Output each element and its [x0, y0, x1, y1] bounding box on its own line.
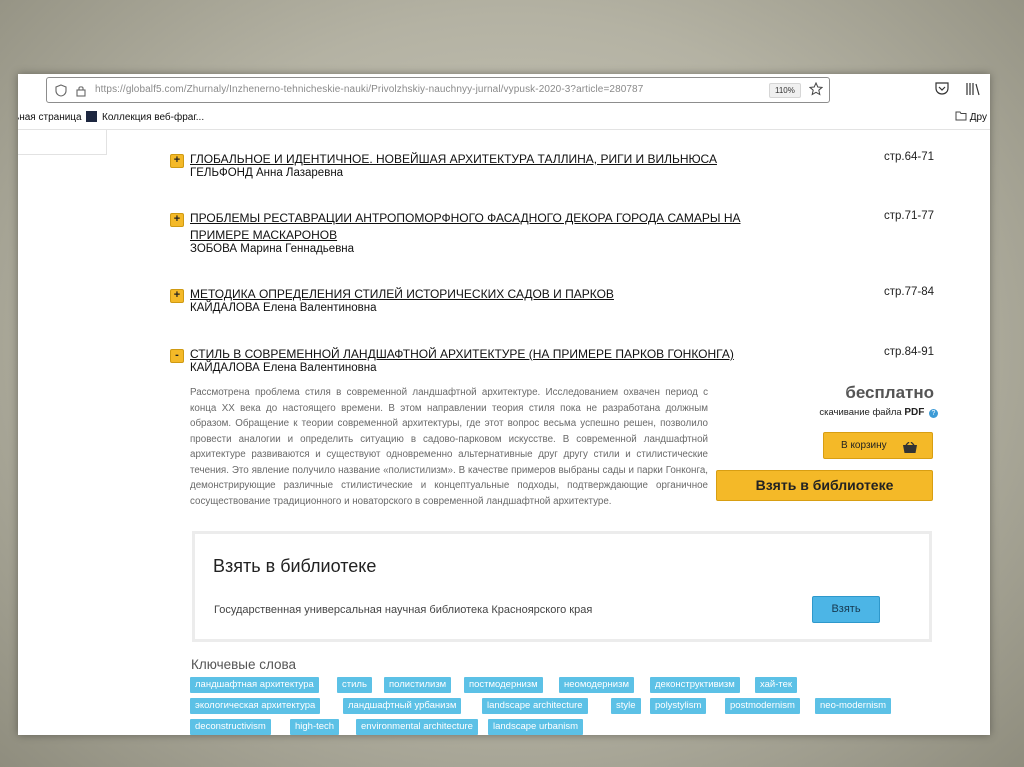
keyword-tag[interactable]: стиль	[337, 677, 372, 693]
collapse-toggle-button[interactable]: -	[170, 349, 184, 363]
article-title-link[interactable]: ПРОБЛЕМЫ РЕСТАВРАЦИИ АНТРОПОМОРФНОГО ФАС…	[190, 210, 760, 244]
basket-icon	[903, 439, 917, 464]
slide-frame: https://globalf5.com/Zhurnaly/Inzhenerno…	[18, 74, 990, 735]
library-name: Государственная универсальная научная би…	[214, 604, 593, 616]
url-text[interactable]: https://globalf5.com/Zhurnaly/Inzhenerno…	[95, 78, 643, 102]
download-note: скачивание файла PDF ?	[778, 407, 938, 418]
keyword-tag[interactable]: экологическая архитектура	[190, 698, 321, 714]
keywords-title: Ключевые слова	[191, 657, 297, 672]
add-to-cart-button[interactable]: В корзину	[823, 432, 933, 459]
bookmark-other-folder[interactable]: Дру	[955, 106, 987, 129]
article-title-link[interactable]: СТИЛЬ В СОВРЕМЕННОЙ ЛАНДШАФТНОЙ АРХИТЕКТ…	[190, 346, 770, 363]
article-pages: стр.77-84	[883, 286, 934, 298]
expand-toggle-button[interactable]: +	[170, 289, 184, 303]
bookmark-star-icon[interactable]	[808, 81, 824, 106]
library-panel: Взять в библиотеке Государственная униве…	[192, 531, 932, 642]
tracking-shield-icon[interactable]	[55, 83, 67, 107]
keyword-tag[interactable]: neo-modernism	[815, 698, 891, 714]
bookmarks-toolbar: ьная страница Коллекция веб-фраг... Дру	[18, 106, 990, 130]
download-format: PDF	[904, 407, 925, 418]
keyword-tag[interactable]: полистилизм	[384, 677, 452, 693]
bookmark-other-label: Дру	[969, 112, 988, 123]
keyword-tag[interactable]: деконструктивизм	[650, 677, 740, 693]
expand-toggle-button[interactable]: +	[170, 213, 184, 227]
bookmark-collection[interactable]: Коллекция веб-фраг...	[86, 106, 204, 129]
article-author: КАЙДАЛОВА Елена Валентиновна	[190, 302, 377, 314]
keyword-tag[interactable]: postmodernism	[725, 698, 800, 714]
keyword-tag[interactable]: deconstructivism	[190, 719, 271, 735]
address-bar[interactable]: https://globalf5.com/Zhurnaly/Inzhenerno…	[46, 77, 830, 103]
pocket-icon[interactable]	[935, 82, 949, 100]
bookmark-home[interactable]: ьная страница	[18, 106, 82, 129]
help-icon[interactable]: ?	[929, 409, 938, 418]
keyword-tag[interactable]: постмодернизм	[464, 677, 543, 693]
lock-icon[interactable]	[76, 83, 86, 107]
article-author: КАЙДАЛОВА Елена Валентиновна	[190, 362, 377, 374]
zoom-indicator[interactable]: 110%	[769, 83, 801, 98]
folder-icon	[955, 111, 967, 121]
article-author: ГЕЛЬФОНД Анна Лазаревна	[190, 167, 344, 179]
article-pages: стр.84-91	[883, 346, 934, 358]
keyword-tag[interactable]: неомодернизм	[559, 677, 634, 693]
article-title-link[interactable]: ГЛОБАЛЬНОЕ И ИДЕНТИЧНОЕ. НОВЕЙШАЯ АРХИТЕ…	[190, 151, 750, 168]
download-text: скачивание файла	[819, 407, 902, 418]
price-label: бесплатно	[845, 383, 934, 402]
keyword-tag[interactable]: environmental architecture	[356, 719, 478, 735]
take-button[interactable]: Взять	[812, 596, 880, 623]
take-in-library-button[interactable]: Взять в библиотеке	[716, 470, 933, 501]
sidebar-box	[18, 130, 107, 155]
keyword-tag[interactable]: ландшафтная архитектура	[190, 677, 319, 693]
bookmark-collection-label: Коллекция веб-фраг...	[102, 112, 205, 123]
keyword-tag[interactable]: ландшафтный урбанизм	[343, 698, 462, 714]
keyword-tag[interactable]: polystylism	[650, 698, 707, 714]
library-panel-title: Взять в библиотеке	[213, 556, 377, 576]
article-title-link[interactable]: МЕТОДИКА ОПРЕДЕЛЕНИЯ СТИЛЕЙ ИСТОРИЧЕСКИХ…	[190, 286, 750, 303]
browser-toolbar: https://globalf5.com/Zhurnaly/Inzhenerno…	[18, 74, 990, 106]
keyword-tag[interactable]: хай-тек	[755, 677, 798, 693]
article-pages: стр.71-77	[883, 210, 934, 222]
article-abstract: Рассмотрена проблема стиля в современной…	[190, 387, 708, 507]
keyword-tag[interactable]: high-tech	[290, 719, 340, 735]
keyword-tag[interactable]: landscape architecture	[482, 698, 588, 714]
collection-icon	[86, 111, 97, 122]
expand-toggle-button[interactable]: +	[170, 154, 184, 168]
library-icon[interactable]	[965, 82, 981, 101]
keyword-tag[interactable]: style	[611, 698, 641, 714]
article-author: ЗОБОВА Марина Геннадьевна	[190, 243, 355, 255]
keyword-tag[interactable]: landscape urbanism	[488, 719, 584, 735]
article-pages: стр.64-71	[883, 151, 934, 163]
cart-button-label: В корзину	[841, 440, 887, 451]
